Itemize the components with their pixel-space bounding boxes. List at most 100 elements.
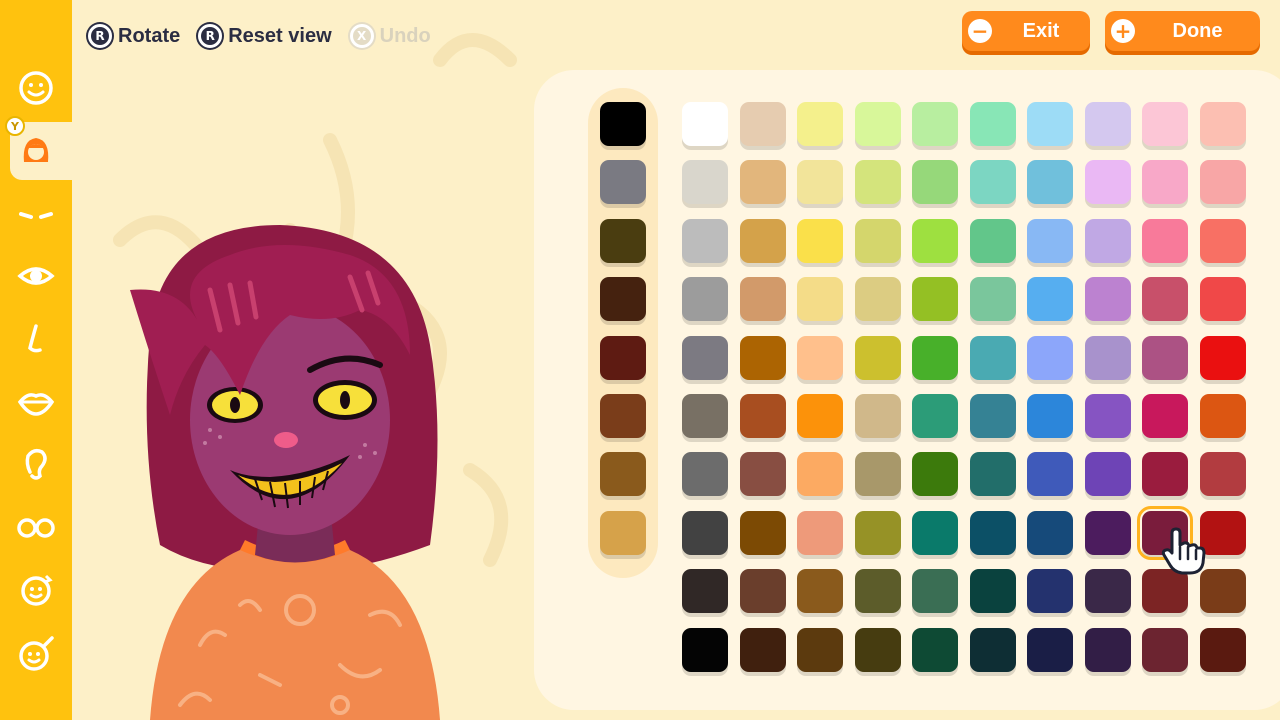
color-swatch[interactable] [739,102,786,146]
color-swatch[interactable] [1142,394,1188,438]
color-swatch[interactable] [682,510,728,555]
undo-hint[interactable]: X Undo [349,24,431,48]
color-swatch[interactable] [739,452,786,497]
color-swatch[interactable] [912,569,958,614]
makeup-icon[interactable] [14,632,58,676]
color-swatch[interactable] [969,335,1016,380]
color-swatch[interactable] [682,335,728,380]
color-swatch[interactable] [969,102,1016,146]
color-swatch[interactable] [912,218,958,263]
done-button[interactable]: + Done [1105,11,1260,51]
color-swatch[interactable] [739,218,786,263]
color-swatch[interactable] [1027,218,1073,263]
color-swatch[interactable] [797,335,843,380]
nose-icon[interactable] [14,318,58,362]
color-swatch[interactable] [1027,510,1073,555]
color-swatch[interactable] [969,394,1016,438]
color-swatch[interactable] [912,102,958,146]
color-swatch[interactable] [682,627,728,672]
color-swatch[interactable] [739,627,786,672]
color-swatch[interactable] [1027,569,1073,614]
hair-icon[interactable] [14,128,58,172]
color-swatch[interactable] [1199,335,1246,380]
color-swatch[interactable] [1142,218,1188,263]
exit-button[interactable]: − Exit [962,11,1090,51]
color-swatch[interactable] [912,160,958,205]
color-swatch[interactable] [797,569,843,614]
quick-color-swatch[interactable] [600,335,646,380]
face-rotate-icon[interactable] [14,568,58,612]
color-swatch[interactable] [797,218,843,263]
color-swatch[interactable] [682,218,728,263]
color-swatch[interactable] [854,160,901,205]
color-swatch[interactable] [739,394,786,438]
color-swatch[interactable] [969,277,1016,322]
color-swatch[interactable] [739,569,786,614]
color-swatch[interactable] [854,277,901,322]
avatar-preview[interactable] [110,215,470,720]
color-swatch[interactable] [854,335,901,380]
color-swatch[interactable] [1199,102,1246,146]
color-swatch[interactable] [969,452,1016,497]
color-swatch[interactable] [797,277,843,322]
color-swatch[interactable] [682,277,728,322]
quick-color-swatch[interactable] [600,394,646,438]
color-swatch[interactable] [682,452,728,497]
color-swatch[interactable] [682,102,728,146]
color-swatch[interactable] [912,452,958,497]
color-swatch[interactable] [912,277,958,322]
color-swatch[interactable] [969,160,1016,205]
mouth-icon[interactable] [14,380,58,424]
color-swatch[interactable] [1027,394,1073,438]
quick-color-swatch[interactable] [600,452,646,497]
color-swatch[interactable] [797,452,843,497]
color-swatch[interactable] [854,627,901,672]
color-swatch[interactable] [1142,102,1188,146]
eye-icon[interactable] [14,254,58,298]
color-swatch[interactable] [1142,277,1188,322]
color-swatch[interactable] [739,160,786,205]
color-swatch[interactable] [1027,160,1073,205]
reset-view-hint[interactable]: R Reset view [198,24,332,48]
color-swatch[interactable] [1142,160,1188,205]
color-swatch[interactable] [1027,452,1073,497]
color-swatch[interactable] [797,394,843,438]
color-swatch[interactable] [1199,394,1246,438]
color-swatch[interactable] [1199,218,1246,263]
color-swatch[interactable] [739,335,786,380]
color-swatch[interactable] [854,510,901,555]
color-swatch[interactable] [1084,452,1131,497]
color-swatch[interactable] [1142,627,1188,672]
quick-color-swatch[interactable] [600,160,646,205]
color-swatch[interactable] [969,218,1016,263]
color-swatch[interactable] [1142,335,1188,380]
color-swatch[interactable] [854,569,901,614]
color-swatch[interactable] [1027,627,1073,672]
color-swatch[interactable] [854,102,901,146]
color-swatch[interactable] [912,394,958,438]
color-swatch[interactable] [912,510,958,555]
color-swatch[interactable] [1084,627,1131,672]
color-swatch[interactable] [739,510,786,555]
quick-color-swatch[interactable] [600,510,646,555]
color-swatch[interactable] [1199,160,1246,205]
quick-color-swatch[interactable] [600,277,646,322]
quick-color-swatch[interactable] [600,102,646,146]
color-swatch[interactable] [854,394,901,438]
rotate-hint[interactable]: R Rotate [88,24,180,48]
color-swatch[interactable] [682,394,728,438]
color-swatch[interactable] [1199,627,1246,672]
color-swatch[interactable] [1084,102,1131,146]
color-swatch[interactable] [1084,394,1131,438]
color-swatch[interactable] [969,569,1016,614]
color-swatch[interactable] [1084,335,1131,380]
color-swatch[interactable] [1027,277,1073,322]
face-shape-icon[interactable] [14,66,58,110]
color-swatch[interactable] [797,510,843,555]
color-swatch[interactable] [1142,452,1188,497]
color-swatch[interactable] [912,627,958,672]
color-swatch[interactable] [1027,335,1073,380]
color-swatch[interactable] [797,160,843,205]
color-swatch[interactable] [969,627,1016,672]
color-swatch[interactable] [797,627,843,672]
